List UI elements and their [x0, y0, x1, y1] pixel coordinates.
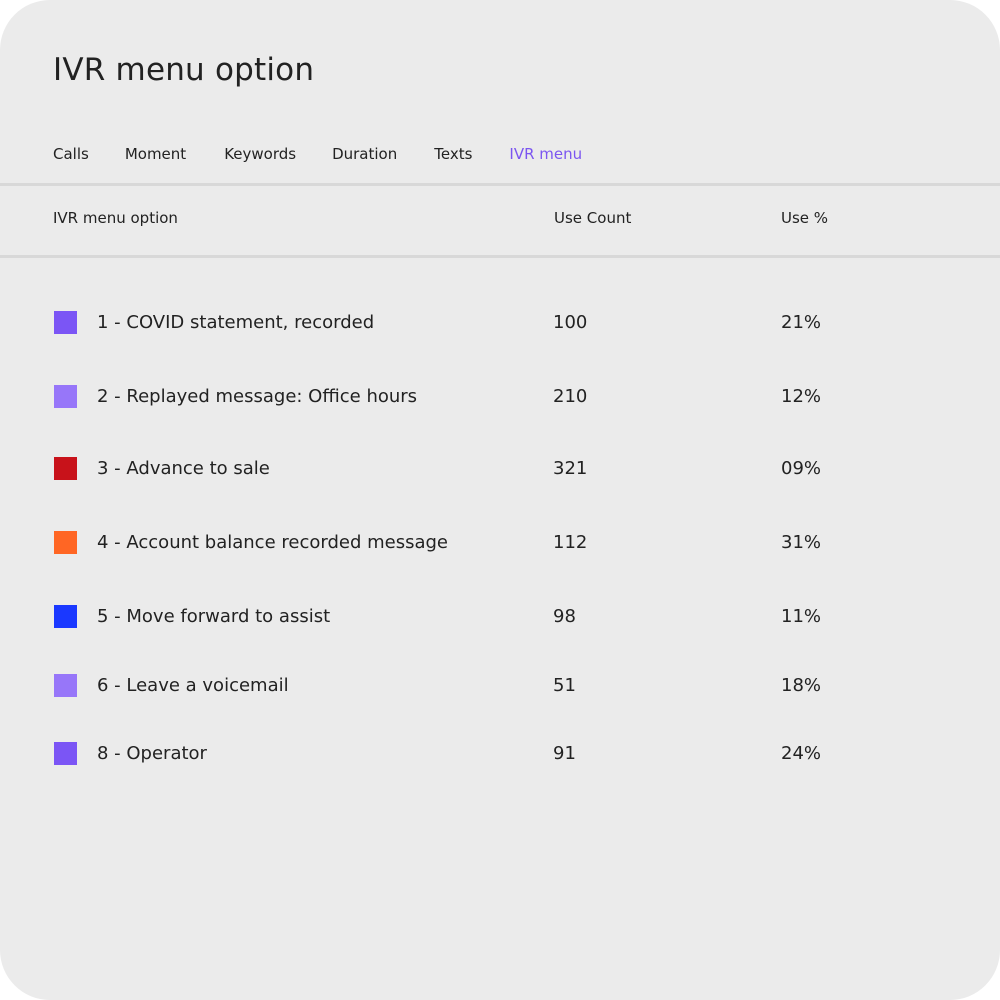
use-percent: 21%	[781, 312, 822, 333]
table-row: 5 - Move forward to assist 98 11%	[0, 605, 1000, 629]
option-label: 3 - Advance to sale	[97, 458, 270, 479]
use-percent: 24%	[781, 743, 822, 764]
option-label: 4 - Account balance recorded message	[97, 532, 448, 553]
use-percent: 11%	[781, 606, 822, 627]
use-count: 321	[553, 458, 588, 479]
tabs-divider	[0, 183, 1000, 186]
use-count: 98	[553, 606, 576, 627]
option-label: 8 - Operator	[97, 743, 207, 764]
color-swatch-icon	[54, 385, 77, 408]
page-title: IVR menu option	[53, 52, 315, 88]
column-header-use-percent[interactable]: Use %	[781, 209, 828, 227]
tab-moment[interactable]: Moment	[125, 145, 186, 163]
color-swatch-icon	[54, 311, 77, 334]
tab-texts[interactable]: Texts	[434, 145, 472, 163]
table-row: 4 - Account balance recorded message 112…	[0, 531, 1000, 555]
tab-calls[interactable]: Calls	[53, 145, 89, 163]
column-header-option[interactable]: IVR menu option	[53, 209, 178, 227]
color-swatch-icon	[54, 674, 77, 697]
color-swatch-icon	[54, 457, 77, 480]
use-count: 91	[553, 743, 576, 764]
use-percent: 18%	[781, 675, 822, 696]
tab-duration[interactable]: Duration	[332, 145, 397, 163]
column-header-use-count[interactable]: Use Count	[554, 209, 631, 227]
use-count: 100	[553, 312, 588, 333]
color-swatch-icon	[54, 742, 77, 765]
header-divider	[0, 255, 1000, 258]
ivr-report-card: IVR menu option Calls Moment Keywords Du…	[0, 0, 1000, 1000]
table-row: 2 - Replayed message: Office hours 210 1…	[0, 385, 1000, 409]
table-row: 8 - Operator 91 24%	[0, 742, 1000, 766]
table-row: 3 - Advance to sale 321 09%	[0, 457, 1000, 481]
option-label: 1 - COVID statement, recorded	[97, 312, 375, 333]
use-percent: 31%	[781, 532, 822, 553]
table-row: 1 - COVID statement, recorded 100 21%	[0, 311, 1000, 335]
option-label: 2 - Replayed message: Office hours	[97, 386, 418, 407]
option-label: 5 - Move forward to assist	[97, 606, 331, 627]
table-row: 6 - Leave a voicemail 51 18%	[0, 674, 1000, 698]
use-count: 51	[553, 675, 576, 696]
use-count: 210	[553, 386, 588, 407]
report-tabs: Calls Moment Keywords Duration Texts IVR…	[53, 143, 582, 165]
use-count: 112	[553, 532, 588, 553]
color-swatch-icon	[54, 605, 77, 628]
color-swatch-icon	[54, 531, 77, 554]
option-label: 6 - Leave a voicemail	[97, 675, 289, 696]
use-percent: 12%	[781, 386, 822, 407]
tab-keywords[interactable]: Keywords	[224, 145, 296, 163]
tab-ivr-menu[interactable]: IVR menu	[509, 145, 582, 163]
use-percent: 09%	[781, 458, 822, 479]
